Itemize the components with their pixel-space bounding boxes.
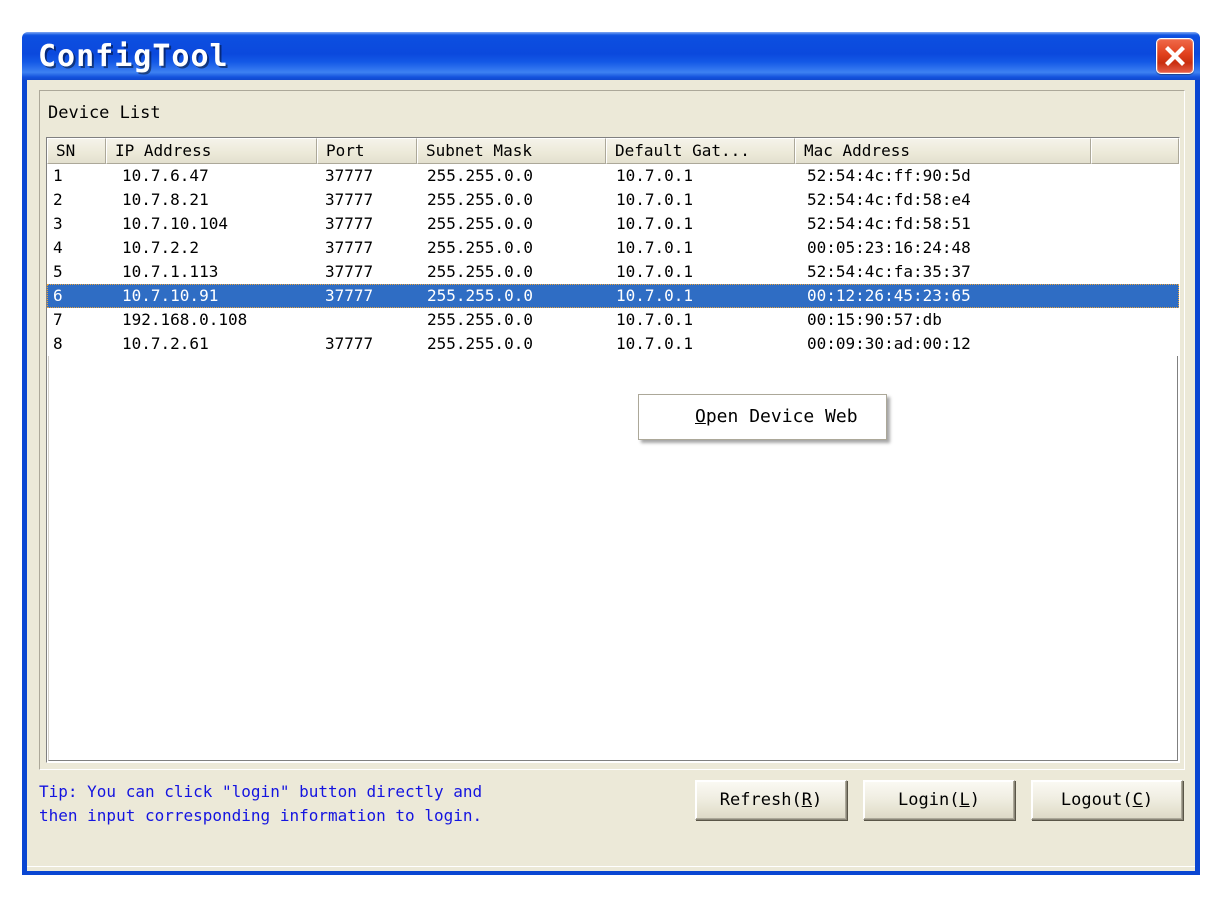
cell-mac: 00:12:26:45:23:65: [807, 286, 971, 305]
device-list-label: Device List: [48, 103, 161, 123]
client-bottom-edge: [27, 866, 1195, 871]
cell-mac: 00:15:90:57:db: [807, 310, 942, 329]
device-list-table[interactable]: SN IP Address Port Subnet Mask Default Gat..…: [46, 137, 1180, 763]
button-label-suffix: ): [811, 790, 823, 810]
cell-mask: 255.255.0.0: [427, 166, 533, 185]
cell-mask: 255.255.0.0: [427, 190, 533, 209]
dialog-button-bar: Refresh(R) Login(L) Logout(C): [695, 780, 1183, 820]
cell-gateway: 10.7.0.1: [616, 334, 694, 353]
table-row[interactable]: 4 10.7.2.2 37777 255.255.0.0 10.7.0.1 00:05:2…: [47, 236, 1179, 260]
table-row[interactable]: 1 10.7.6.47 37777 255.255.0.0 10.7.0.1 52:54:…: [47, 164, 1179, 188]
table-row[interactable]: 3 10.7.10.104 37777 255.255.0.0 10.7.0.1 52:5…: [47, 212, 1179, 236]
cell-ip: 10.7.2.2: [122, 238, 200, 257]
table-row[interactable]: 6 10.7.10.91 37777 255.255.0.0 10.7.0.1 00:12…: [47, 284, 1179, 308]
cell-mask: 255.255.0.0: [427, 214, 533, 233]
cell-port: 37777: [325, 286, 374, 305]
table-row[interactable]: 8 10.7.2.61 37777 255.255.0.0 10.7.0.1 00:09:…: [47, 332, 1179, 356]
cell-mac: 52:54:4c:fd:58:51: [807, 214, 971, 233]
cell-port: 37777: [325, 262, 374, 281]
button-accelerator: C: [1132, 790, 1143, 810]
cell-gateway: 10.7.0.1: [616, 238, 694, 257]
cell-port: 37777: [325, 334, 374, 353]
button-label-suffix: ): [969, 790, 980, 810]
column-header-default-gat[interactable]: Default Gat...: [606, 138, 795, 164]
cell-mac: 52:54:4c:fa:35:37: [807, 262, 971, 281]
menu-item-open-device-web[interactable]: Open Device Web: [639, 399, 886, 435]
table-body: 1 10.7.6.47 37777 255.255.0.0 10.7.0.1 52:54:…: [47, 164, 1179, 356]
cell-port: 37777: [325, 190, 374, 209]
cell-sn: 2: [53, 190, 63, 209]
cell-port: 37777: [325, 214, 374, 233]
column-header-sn[interactable]: SN: [47, 138, 106, 164]
button-label-suffix: ): [1142, 790, 1154, 810]
table-row[interactable]: 2 10.7.8.21 37777 255.255.0.0 10.7.0.1 52:54:…: [47, 188, 1179, 212]
cell-mac: 52:54:4c:fd:58:e4: [807, 190, 971, 209]
column-header-blank[interactable]: [1091, 138, 1179, 164]
close-icon[interactable]: [1156, 38, 1194, 74]
table-row[interactable]: 5 10.7.1.113 37777 255.255.0.0 10.7.0.1 52:54…: [47, 260, 1179, 284]
cell-mask: 255.255.0.0: [427, 310, 533, 329]
button-label: Logout(: [1060, 790, 1133, 810]
cell-ip: 10.7.8.21: [122, 190, 209, 209]
column-header-mac-address[interactable]: Mac Address: [795, 138, 1091, 164]
cell-gateway: 10.7.0.1: [616, 262, 694, 281]
column-header-port[interactable]: Port: [317, 138, 417, 164]
cell-sn: 4: [53, 238, 63, 257]
cell-ip: 10.7.1.113: [122, 262, 219, 281]
cell-mask: 255.255.0.0: [427, 286, 533, 305]
cell-mac: 52:54:4c:ff:90:5d: [807, 166, 971, 185]
cell-mask: 255.255.0.0: [427, 262, 533, 281]
logout-button[interactable]: Logout(C): [1031, 780, 1183, 820]
cell-ip: 10.7.10.91: [122, 286, 219, 305]
config-tool-window: ConfigTool Device List SN IP Address Port S…: [22, 32, 1200, 875]
cell-sn: 3: [53, 214, 63, 233]
cell-gateway: 10.7.0.1: [616, 166, 694, 185]
cell-port: 37777: [325, 238, 374, 257]
cell-port: 37777: [325, 166, 374, 185]
cell-mac: 00:09:30:ad:00:12: [807, 334, 971, 353]
footer-tip-text: Tip: You can click "login" button direct…: [39, 782, 483, 825]
cell-sn: 1: [53, 166, 63, 185]
cell-mask: 255.255.0.0: [427, 334, 533, 353]
column-header-subnet-mask[interactable]: Subnet Mask: [417, 138, 606, 164]
context-menu[interactable]: Open Device Web: [638, 394, 887, 440]
cell-gateway: 10.7.0.1: [616, 310, 694, 329]
cell-gateway: 10.7.0.1: [616, 190, 694, 209]
button-label: Login(: [898, 790, 960, 810]
cell-ip: 10.7.10.104: [122, 214, 228, 233]
cell-ip: 10.7.6.47: [122, 166, 209, 185]
cell-mac: 00:05:23:16:24:48: [807, 238, 971, 257]
button-accelerator: L: [959, 790, 970, 810]
cell-ip: 10.7.2.61: [122, 334, 209, 353]
table-header-row: SN IP Address Port Subnet Mask Default Gat..…: [47, 138, 1179, 164]
cell-gateway: 10.7.0.1: [616, 286, 694, 305]
cell-ip: 192.168.0.108: [122, 310, 248, 329]
title-bar: ConfigTool: [22, 32, 1200, 80]
button-label: Refresh(: [719, 790, 802, 810]
cell-sn: 5: [53, 262, 63, 281]
column-header-ip-address[interactable]: IP Address: [106, 138, 317, 164]
cell-sn: 7: [53, 310, 63, 329]
menu-item-label: pen Device Web: [705, 406, 858, 427]
menu-accelerator: O: [695, 406, 706, 427]
button-accelerator: R: [801, 790, 812, 810]
window-title: ConfigTool: [38, 39, 229, 74]
cell-mask: 255.255.0.0: [427, 238, 533, 257]
refresh-button[interactable]: Refresh(R): [695, 780, 847, 820]
device-list-group: Device List SN IP Address Port Subnet Mask D…: [39, 90, 1185, 770]
login-button[interactable]: Login(L): [863, 780, 1015, 820]
client-area: Device List SN IP Address Port Subnet Mask D…: [26, 80, 1196, 871]
cell-sn: 8: [53, 334, 63, 353]
table-row[interactable]: 7 192.168.0.108 255.255.0.0 10.7.0.1 00:15:9…: [47, 308, 1179, 332]
cell-sn: 6: [53, 286, 63, 305]
cell-gateway: 10.7.0.1: [616, 214, 694, 233]
